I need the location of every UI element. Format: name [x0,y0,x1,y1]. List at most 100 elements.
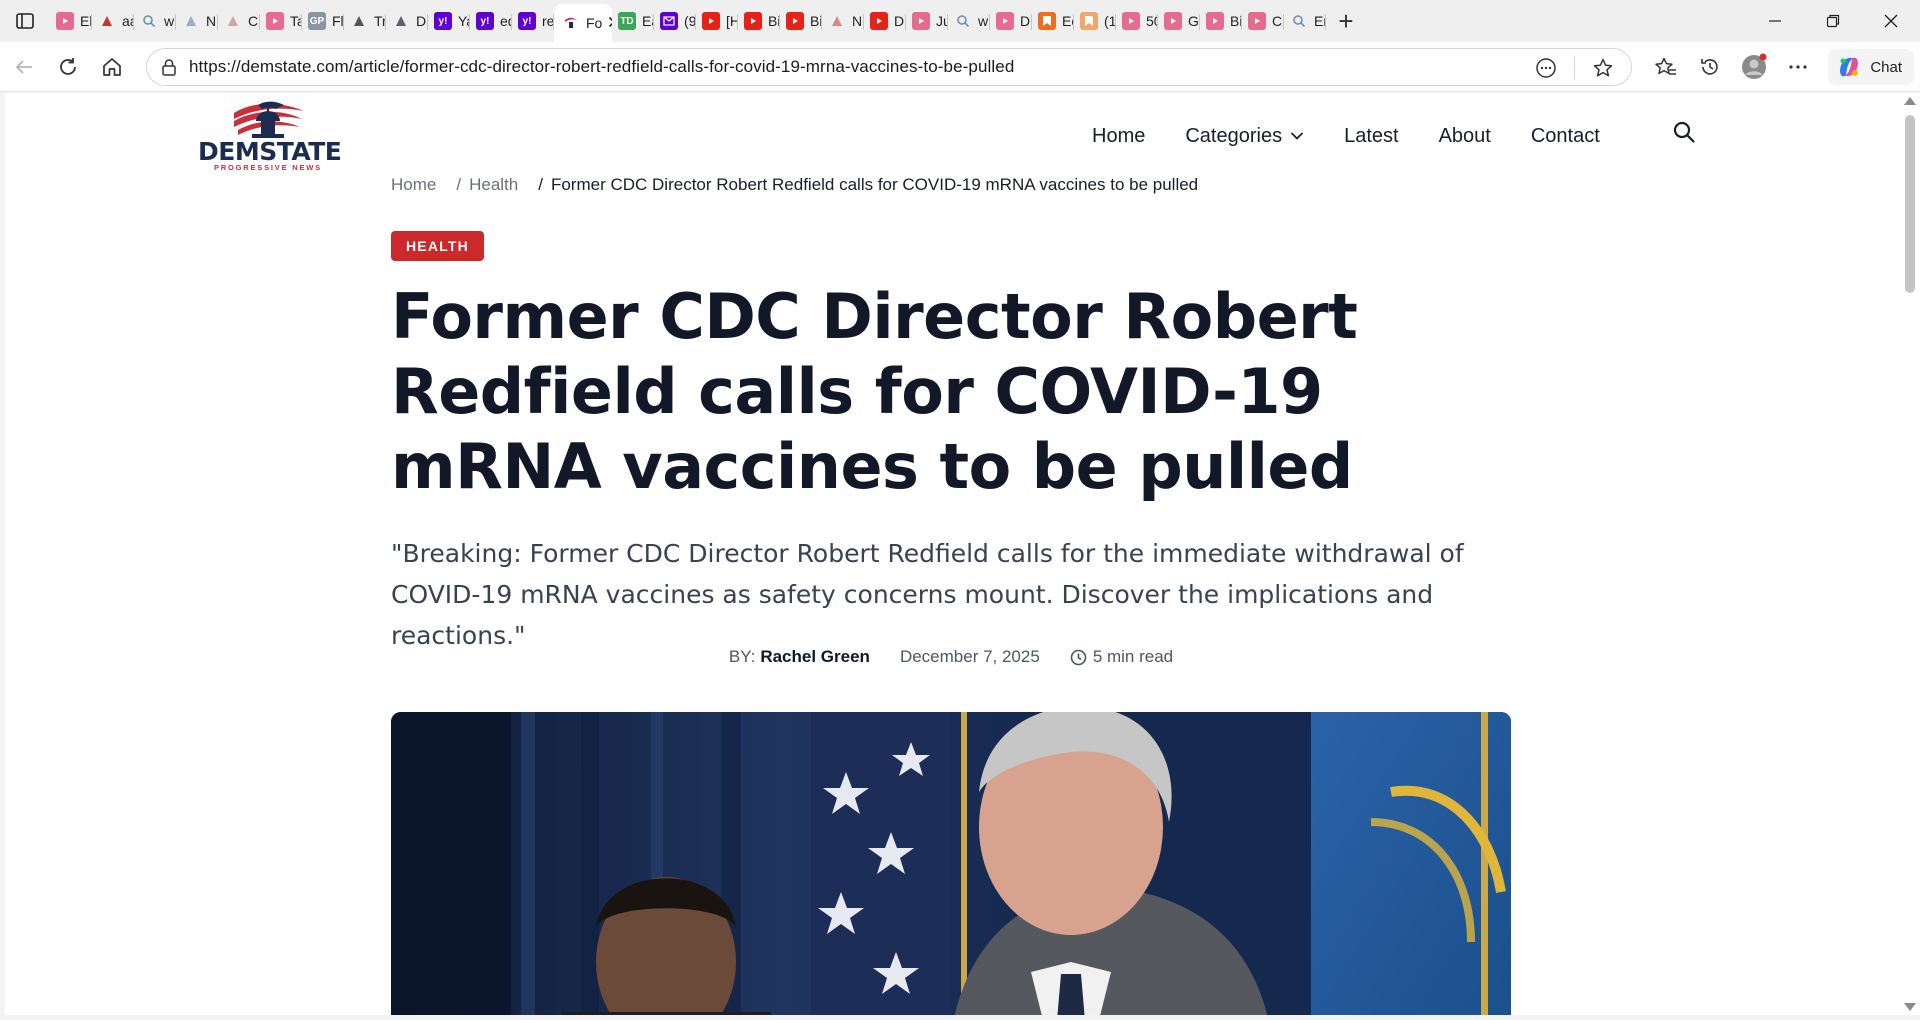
tab-title: w [978,13,989,29]
browser-window: El aa w N C Ta GP Fl Tr Dy! Ya y! ed y! re Fo TD Ea (9 [H Bi… [0,0,1920,1020]
close-icon [1884,14,1898,28]
browser-tab[interactable]: D [990,4,1032,38]
tab-title: Ta [290,13,302,29]
tab-title: (1 [1104,13,1116,29]
reader-options-button[interactable] [1528,46,1564,90]
window-controls [1746,0,1920,42]
close-window-button[interactable] [1862,0,1920,42]
tab-title: G [1188,13,1199,29]
browser-tab[interactable]: Ec [1032,4,1074,38]
yahoo-icon: y! [434,12,452,30]
tab-title: 50 [1146,13,1158,29]
site-navigation: Home Categories Latest About Contact [1092,121,1640,151]
browser-tab[interactable]: y! Ya [428,4,470,38]
browser-tab[interactable]: N [822,4,864,38]
browser-tab[interactable]: Bi [1200,4,1242,38]
home-button[interactable] [90,47,134,87]
ellipsis-icon [1789,65,1807,69]
plus-icon: + [1338,5,1354,36]
yahoo-icon: y! [518,12,536,30]
category-badge[interactable]: HEALTH [391,231,484,261]
restore-button[interactable] [1804,0,1862,42]
page-scrollbar[interactable] [1900,93,1920,1015]
browser-tab[interactable]: TD Ea [612,4,654,38]
refresh-icon [60,57,76,75]
bookmark-icon [1038,12,1056,30]
site-search-button[interactable] [1672,120,1696,149]
browser-tab[interactable]: w [134,4,176,38]
search-icon [1673,121,1695,143]
browser-tab[interactable]: Bi [738,4,780,38]
article-summary: "Breaking: Former CDC Director Robert Re… [391,539,1464,650]
browser-tab[interactable]: aa [92,4,134,38]
browser-tab[interactable]: y! ed [470,4,512,38]
chat-label: Chat [1870,58,1902,76]
address-bar[interactable]: https://demstate.com/article/former-cdc-… [146,48,1632,86]
browser-tab[interactable]: C [1242,4,1284,38]
browser-tab[interactable]: GP Fl [302,4,344,38]
youtube-icon [870,12,888,30]
refresh-button[interactable] [46,47,90,87]
byline-label: BY: [728,647,756,666]
tab-title: aa [122,13,134,29]
history-button[interactable] [1688,45,1732,89]
browser-tab[interactable]: G [1158,4,1200,38]
publish-date: December 7, 2025 [899,647,1040,666]
yahoo-icon: y! [476,12,494,30]
breadcrumb: Home / Health / Former CDC Director Robe… [391,175,1198,195]
author-name[interactable]: Rachel Green [760,647,870,667]
browser-tab[interactable]: El [50,4,92,38]
browser-tab[interactable]: (1 [1074,4,1116,38]
td-icon: TD [618,12,636,30]
back-button[interactable] [2,47,46,87]
nav-categories[interactable]: Categories [1185,125,1304,148]
favorites-button[interactable] [1644,45,1688,89]
browser-tab[interactable]: Tr [344,4,386,38]
browser-tab[interactable]: y! re [512,4,554,38]
browser-tab[interactable]: C [218,4,260,38]
nav-latest[interactable]: Latest [1344,125,1398,148]
favorites-icon [1655,57,1677,75]
browser-tab[interactable]: w [948,4,990,38]
search-icon [954,12,972,30]
settings-more-button[interactable] [1776,45,1820,89]
tab-title: C [248,13,259,29]
tab-title: D [416,13,427,29]
home-icon [103,57,121,76]
tab-title: El [80,13,92,29]
nav-about[interactable]: About [1439,125,1491,148]
browser-tab[interactable]: Bi [780,4,822,38]
browser-tab[interactable]: N [176,4,218,38]
minimize-button[interactable] [1746,0,1804,42]
breadcrumb-separator: / [538,175,543,194]
browser-tab[interactable]: Ta [260,4,302,38]
tab-title: (9 [684,13,696,29]
nav-home[interactable]: Home [1092,125,1145,148]
breadcrumb-health[interactable]: Health [469,175,518,195]
profile-button[interactable] [1732,45,1776,89]
browser-tab[interactable]: 50 [1116,4,1158,38]
capitol-flag-icon [234,101,304,138]
nav-contact[interactable]: Contact [1531,125,1600,148]
copilot-chat-button[interactable]: Chat [1828,49,1914,85]
article-hero-image [391,712,1511,1015]
tab-title: Ju [936,13,948,29]
tab-active[interactable]: Fo [554,4,612,42]
url-text[interactable]: https://demstate.com/article/former-cdc-… [189,57,1014,77]
site-logo[interactable]: DEMSTATE PROGRESSIVE NEWS [198,97,342,172]
scroll-thumb[interactable] [1905,115,1915,293]
browser-tab[interactable]: D [386,4,428,38]
scroll-down-arrow[interactable] [1904,1003,1916,1011]
browser-tab[interactable]: D [864,4,906,38]
breadcrumb-home[interactable]: Home [391,175,436,195]
scroll-up-arrow[interactable] [1904,97,1916,105]
youtube-icon [1164,12,1182,30]
browser-tab[interactable]: (9 [654,4,696,38]
browser-tab[interactable]: Er [1284,4,1326,38]
tab-actions-button[interactable] [0,0,50,42]
tab-strip: El aa w N C Ta GP Fl Tr Dy! Ya y! ed y! re Fo TD Ea (9 [H Bi… [0,0,1920,42]
new-tab-button[interactable]: + [1326,4,1366,38]
browser-tab[interactable]: Ju [906,4,948,38]
browser-tab[interactable]: [H [696,4,738,38]
favorite-star-button[interactable] [1585,46,1621,90]
